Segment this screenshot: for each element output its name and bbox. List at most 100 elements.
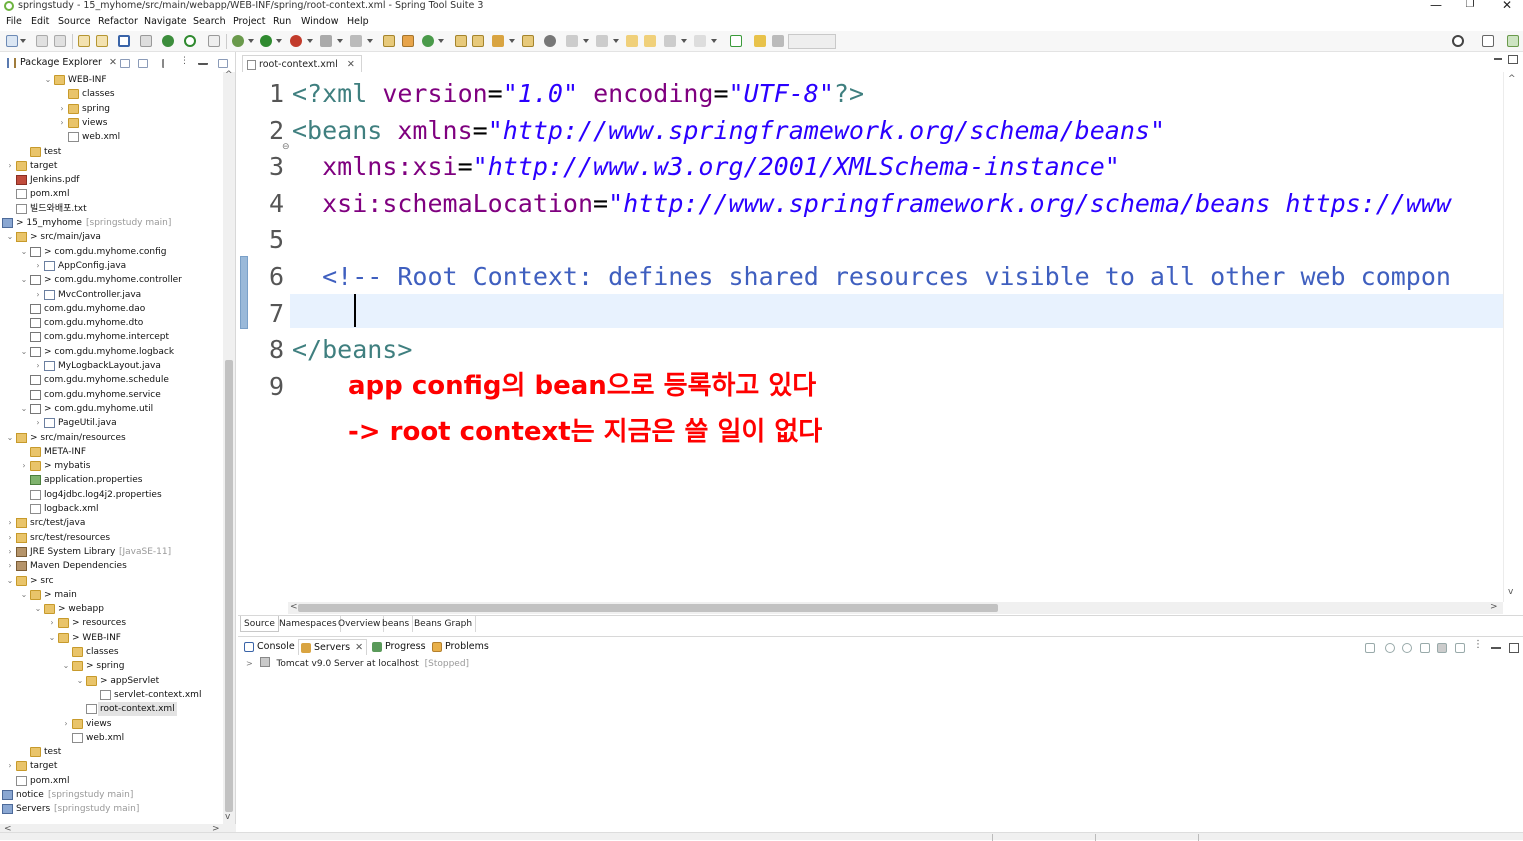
tree-item[interactable]: META-INF xyxy=(0,445,222,459)
expand-chevron-icon[interactable]: › xyxy=(6,516,14,530)
back-location-icon[interactable] xyxy=(644,35,656,47)
menu-navigate[interactable]: Navigate xyxy=(144,16,187,27)
new-java-package-icon[interactable] xyxy=(383,35,395,47)
minimize-button[interactable]: — xyxy=(1426,0,1446,12)
tree-item[interactable]: › > mybatis xyxy=(0,459,222,473)
expand-chevron-icon[interactable]: › xyxy=(20,459,28,473)
expand-chevron-icon[interactable]: › xyxy=(6,559,14,573)
maximize-view-icon[interactable] xyxy=(218,59,228,68)
minimize-view-icon[interactable] xyxy=(198,59,208,65)
back-icon[interactable] xyxy=(664,35,676,47)
next-annotation-icon[interactable] xyxy=(566,35,578,47)
tree-item[interactable]: root-context.xml xyxy=(0,702,222,717)
collapse-chevron-icon[interactable]: ⌄ xyxy=(20,273,28,287)
toggle-mark-icon[interactable] xyxy=(208,35,220,47)
tree-item[interactable]: com.gdu.myhome.intercept xyxy=(0,330,222,344)
tab-overview[interactable]: Overview xyxy=(335,616,385,632)
editor-maximize-icon[interactable] xyxy=(1508,55,1518,64)
tree-item[interactable]: ⌄ > src/main/java xyxy=(0,230,222,244)
tree-item[interactable]: Jenkins.pdf xyxy=(0,173,222,187)
toolbar-combo[interactable] xyxy=(788,34,836,49)
collapse-chevron-icon[interactable]: ⌄ xyxy=(6,574,14,588)
tree-item[interactable]: › AppConfig.java xyxy=(0,259,222,273)
tree-item[interactable]: › target xyxy=(0,159,222,173)
start-server-icon[interactable] xyxy=(1402,643,1412,653)
tree-item[interactable]: › src/test/java xyxy=(0,516,222,530)
tree-item[interactable]: com.gdu.myhome.dto xyxy=(0,316,222,330)
collapse-chevron-icon[interactable]: ⌄ xyxy=(20,588,28,602)
open-type-icon[interactable] xyxy=(78,35,90,47)
tree-item[interactable]: › target xyxy=(0,759,222,773)
tree-item[interactable]: › spring xyxy=(0,102,222,116)
expand-chevron-icon[interactable]: › xyxy=(6,531,14,545)
open-perspective-icon[interactable] xyxy=(1482,35,1494,47)
debug-icon[interactable] xyxy=(232,35,244,47)
debug-server-icon[interactable] xyxy=(1385,643,1395,653)
tree-item[interactable]: pom.xml xyxy=(0,187,222,201)
tree-item[interactable]: ⌄ > appServlet xyxy=(0,674,222,688)
tree-item[interactable]: pom.xml xyxy=(0,774,222,788)
tree-item[interactable]: ⌄ > com.gdu.myhome.logback xyxy=(0,345,222,359)
skip-breakpoints-icon[interactable] xyxy=(140,35,152,47)
collapse-chevron-icon[interactable]: ⌄ xyxy=(62,659,70,673)
tree-item[interactable]: › MyLogbackLayout.java xyxy=(0,359,222,373)
tree-item[interactable]: ⌄ > WEB-INF xyxy=(0,631,222,645)
server-expand-icon[interactable]: > xyxy=(246,659,253,668)
tree-item[interactable]: com.gdu.myhome.service xyxy=(0,388,222,402)
collapse-chevron-icon[interactable]: ⌄ xyxy=(6,431,14,445)
save-all-icon[interactable] xyxy=(54,35,66,47)
close-window-button[interactable]: ✕ xyxy=(1497,0,1517,12)
menu-run[interactable]: Run xyxy=(273,16,291,27)
terminal-icon[interactable] xyxy=(118,35,130,47)
tree-item[interactable]: › views xyxy=(0,116,222,130)
view-menu-icon[interactable]: ⋮ xyxy=(180,56,190,66)
tree-item[interactable]: › > resources xyxy=(0,616,222,630)
last-edit-icon[interactable] xyxy=(626,35,638,47)
tree-item[interactable]: classes xyxy=(0,645,222,659)
tab-beans-graph[interactable]: Beans Graph xyxy=(411,616,477,632)
stop-server-icon[interactable] xyxy=(1437,643,1447,653)
expand-chevron-icon[interactable]: › xyxy=(34,259,42,273)
tab-source[interactable]: Source xyxy=(240,616,279,632)
pin-editor-icon[interactable] xyxy=(730,35,742,47)
external-tools-icon[interactable] xyxy=(290,35,302,47)
save-icon[interactable] xyxy=(36,35,48,47)
maximize-panel-icon[interactable] xyxy=(1509,643,1519,653)
globe-icon[interactable] xyxy=(544,35,556,47)
expand-chevron-icon[interactable]: › xyxy=(62,717,70,731)
tab-package-explorer[interactable]: Package Explorer ✕ xyxy=(2,55,117,71)
tab-namespaces[interactable]: Namespaces xyxy=(276,616,341,632)
tab-problems[interactable]: Problems xyxy=(430,639,489,655)
pen-icon[interactable] xyxy=(492,35,504,47)
package-explorer-vertical-scrollbar[interactable]: ^ v xyxy=(223,70,235,824)
expand-chevron-icon[interactable]: › xyxy=(6,159,14,173)
tree-item[interactable]: com.gdu.myhome.dao xyxy=(0,302,222,316)
expand-chevron-icon[interactable]: › xyxy=(34,359,42,373)
tree-item[interactable]: logback.xml xyxy=(0,502,222,516)
tree-item[interactable]: log4jdbc.log4j2.properties xyxy=(0,488,222,502)
collapse-chevron-icon[interactable]: ⌄ xyxy=(20,402,28,416)
spring-perspective-icon[interactable] xyxy=(1507,35,1519,47)
tree-item[interactable]: classes xyxy=(0,87,222,101)
open-resource-icon[interactable] xyxy=(96,35,108,47)
menu-source[interactable]: Source xyxy=(58,16,91,27)
tree-item[interactable]: application.properties xyxy=(0,473,222,487)
deploy-icon[interactable] xyxy=(350,35,362,47)
tree-item[interactable]: ⌄ > com.gdu.myhome.controller xyxy=(0,273,222,287)
minimize-panel-icon[interactable] xyxy=(1491,643,1501,649)
tab-progress[interactable]: Progress xyxy=(370,639,426,655)
tree-item[interactable]: ›Servers[springstudy main] xyxy=(0,802,222,816)
tree-item[interactable]: › MvcController.java xyxy=(0,288,222,302)
tree-item[interactable]: › PageUtil.java xyxy=(0,416,222,430)
tab-beans[interactable]: beans xyxy=(379,616,414,632)
expand-chevron-icon[interactable]: › xyxy=(58,102,66,116)
scroll-thumb[interactable] xyxy=(225,360,233,812)
menu-file[interactable]: File xyxy=(6,16,22,27)
tree-item[interactable]: › Maven Dependencies xyxy=(0,559,222,573)
expand-chevron-icon[interactable]: › xyxy=(48,616,56,630)
forward-icon[interactable] xyxy=(694,35,706,47)
new-java-class-icon[interactable] xyxy=(402,35,414,47)
server-row[interactable]: > Tomcat v9.0 Server at localhost [Stopp… xyxy=(246,657,469,671)
package-explorer-close-icon[interactable]: ✕ xyxy=(109,57,117,68)
refresh-icon[interactable] xyxy=(184,35,196,47)
